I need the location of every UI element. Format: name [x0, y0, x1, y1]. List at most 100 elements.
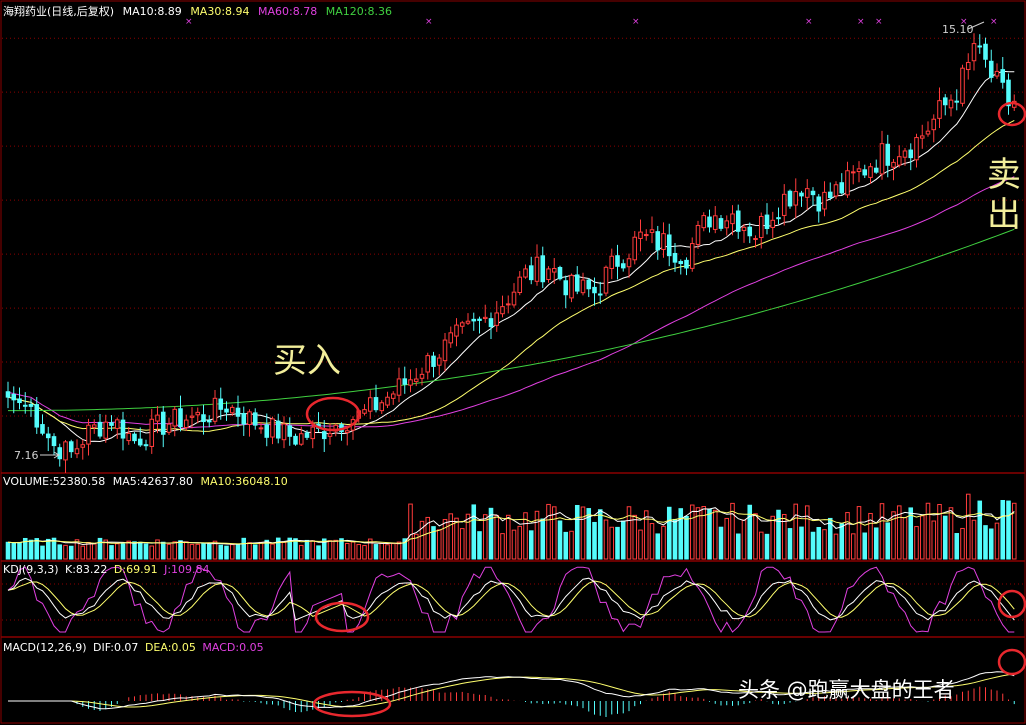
candle-66[interactable]	[385, 391, 390, 409]
candle-82[interactable]	[477, 316, 482, 334]
candle-168[interactable]	[971, 33, 977, 71]
candle-140[interactable]	[810, 187, 816, 206]
candle-174[interactable]	[1006, 73, 1011, 115]
candle-99[interactable]	[574, 266, 580, 295]
candle-135[interactable]	[781, 184, 787, 226]
candle-98[interactable]	[569, 273, 574, 303]
candle-63[interactable]	[367, 390, 373, 420]
candle-147[interactable]	[850, 165, 856, 185]
candle-163[interactable]	[942, 94, 948, 116]
candle-0[interactable]	[5, 381, 11, 409]
candle-109[interactable]	[632, 231, 638, 265]
candle-27[interactable]	[160, 406, 166, 448]
candle-16[interactable]	[97, 414, 103, 439]
candle-139[interactable]	[804, 179, 810, 210]
volume-bars[interactable]	[5, 493, 1017, 560]
candle-92[interactable]	[534, 244, 540, 286]
candle-73[interactable]	[425, 352, 431, 380]
candle-23[interactable]	[137, 427, 143, 447]
candle-157[interactable]	[908, 143, 914, 171]
candle-134[interactable]	[776, 207, 781, 225]
candle-152[interactable]	[879, 130, 885, 180]
candle-11[interactable]	[68, 439, 74, 458]
candle-35[interactable]	[206, 415, 212, 428]
candle-121[interactable]	[701, 212, 707, 232]
candle-142[interactable]	[822, 181, 827, 217]
candle-14[interactable]	[86, 418, 91, 456]
candle-129[interactable]	[747, 222, 753, 244]
candle-103[interactable]	[597, 281, 603, 304]
candle-37[interactable]	[218, 387, 224, 420]
candle-155[interactable]	[896, 145, 902, 168]
candle-1[interactable]	[11, 386, 17, 414]
candle-94[interactable]	[546, 266, 551, 283]
candle-15[interactable]	[91, 419, 97, 434]
candle-2[interactable]	[17, 387, 22, 410]
candle-106[interactable]	[615, 244, 620, 280]
candle-118[interactable]	[684, 257, 689, 276]
candle-104[interactable]	[603, 265, 609, 297]
candle-86[interactable]	[500, 295, 505, 318]
candle-74[interactable]	[431, 351, 436, 378]
candle-159[interactable]	[919, 124, 925, 149]
candle-10[interactable]	[63, 439, 68, 473]
candle-13[interactable]	[80, 439, 86, 460]
candle-93[interactable]	[540, 246, 546, 289]
candle-136[interactable]	[787, 189, 793, 209]
candle-165[interactable]	[954, 89, 960, 111]
candle-20[interactable]	[120, 411, 126, 451]
candle-149[interactable]	[862, 164, 868, 179]
candle-89[interactable]	[517, 271, 523, 296]
candle-171[interactable]	[988, 49, 994, 83]
candle-47[interactable]	[275, 413, 281, 444]
candle-88[interactable]	[511, 283, 517, 308]
candle-125[interactable]	[724, 215, 730, 236]
candle-49[interactable]	[287, 417, 293, 446]
candle-33[interactable]	[195, 407, 201, 424]
candle-161[interactable]	[931, 114, 937, 143]
candle-48[interactable]	[281, 416, 287, 449]
candle-81[interactable]	[471, 312, 477, 331]
candle-68[interactable]	[396, 367, 402, 403]
candle-21[interactable]	[126, 426, 132, 445]
candle-42[interactable]	[247, 409, 252, 437]
candle-127[interactable]	[735, 204, 741, 239]
candle-151[interactable]	[873, 159, 879, 174]
candle-111[interactable]	[643, 229, 649, 241]
candle-62[interactable]	[362, 404, 367, 416]
candle-112[interactable]	[649, 216, 655, 244]
candle-148[interactable]	[856, 161, 862, 183]
candle-90[interactable]	[523, 264, 528, 279]
candle-169[interactable]	[977, 34, 983, 54]
candle-132[interactable]	[764, 203, 770, 235]
candle-34[interactable]	[201, 404, 206, 435]
candle-29[interactable]	[172, 406, 178, 437]
candle-84[interactable]	[488, 312, 494, 339]
candle-38[interactable]	[224, 401, 229, 421]
candle-19[interactable]	[114, 417, 120, 439]
candle-85[interactable]	[494, 301, 500, 332]
candle-167[interactable]	[965, 53, 971, 80]
candle-75[interactable]	[436, 354, 442, 376]
candle-12[interactable]	[74, 439, 80, 459]
candle-70[interactable]	[408, 369, 413, 393]
candle-87[interactable]	[505, 295, 511, 314]
candle-119[interactable]	[689, 237, 695, 272]
candle-133[interactable]	[770, 211, 776, 239]
candle-4[interactable]	[28, 398, 34, 417]
candle-172[interactable]	[994, 63, 1000, 79]
candle-77[interactable]	[448, 326, 454, 348]
candle-143[interactable]	[827, 182, 833, 201]
candle-160[interactable]	[925, 121, 931, 137]
candle-124[interactable]	[718, 215, 724, 232]
candle-164[interactable]	[948, 94, 954, 117]
candle-45[interactable]	[264, 413, 270, 447]
candle-30[interactable]	[178, 395, 183, 432]
candle-120[interactable]	[695, 220, 701, 249]
candle-58[interactable]	[339, 422, 344, 441]
candle-122[interactable]	[707, 209, 712, 233]
candle-166[interactable]	[960, 64, 965, 107]
candle-101[interactable]	[586, 278, 592, 298]
candle-24[interactable]	[143, 439, 149, 451]
candle-6[interactable]	[40, 414, 45, 436]
